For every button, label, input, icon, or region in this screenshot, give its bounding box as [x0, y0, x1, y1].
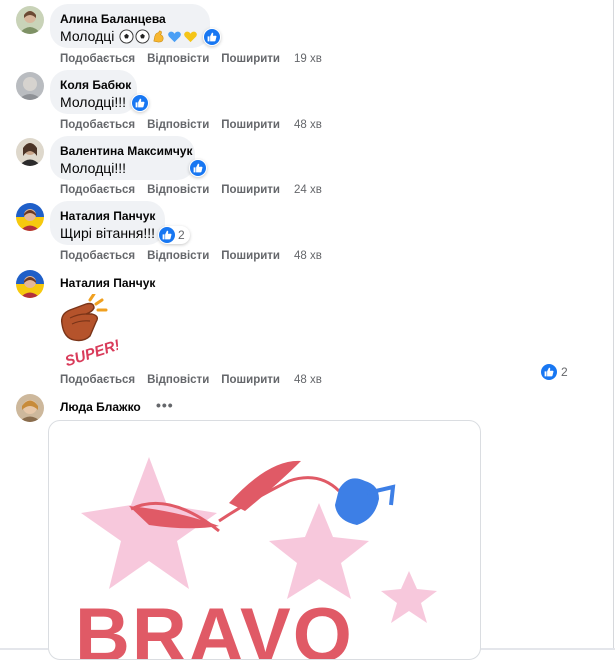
- soccer-ball-icon: [135, 29, 150, 44]
- like-reaction-icon: [204, 29, 220, 45]
- reaction-badge[interactable]: [203, 28, 221, 46]
- reaction-badge[interactable]: [189, 159, 207, 177]
- comment-actions: Подобається Відповісти Поширити 48 хв: [60, 249, 322, 263]
- comment-text-content: Молодці: [60, 28, 115, 44]
- comment-text: Молодці!!!: [60, 94, 127, 110]
- like-action[interactable]: Подобається: [60, 118, 135, 132]
- sticker-text: SUPER!: [63, 337, 118, 366]
- comment-author[interactable]: Наталия Панчук: [60, 208, 155, 224]
- right-border: [613, 0, 614, 650]
- reply-action[interactable]: Відповісти: [147, 373, 209, 387]
- like-action[interactable]: Подобається: [60, 373, 135, 387]
- like-reaction-icon: [132, 95, 148, 111]
- flexed-biceps-icon: [151, 29, 166, 44]
- comment-text: Щирі вітання!!!: [60, 225, 156, 241]
- comment-timestamp[interactable]: 48 хв: [294, 249, 322, 263]
- share-action[interactable]: Поширити: [221, 249, 280, 263]
- comment-actions: Подобається Відповісти Поширити 48 хв: [60, 118, 322, 132]
- comment-actions: Подобається Відповісти Поширити 24 хв: [60, 183, 322, 197]
- share-action[interactable]: Поширити: [221, 373, 280, 387]
- blue-heart-icon: [167, 29, 182, 44]
- comment-author[interactable]: Коля Бабюк: [60, 77, 131, 93]
- reaction-summary[interactable]: 2: [541, 364, 568, 380]
- avatar[interactable]: [16, 203, 44, 231]
- soccer-ball-icon: [119, 29, 134, 44]
- like-action[interactable]: Подобається: [60, 183, 135, 197]
- comment-author[interactable]: Наталия Панчук: [60, 275, 155, 291]
- more-options-button[interactable]: •••: [156, 398, 174, 412]
- reaction-badge[interactable]: [131, 94, 149, 112]
- comment-timestamp[interactable]: 48 хв: [294, 373, 322, 387]
- comment-bubble: Наталия Панчук Щирі вітання!!!: [50, 201, 165, 245]
- avatar[interactable]: [16, 6, 44, 34]
- comment-timestamp[interactable]: 19 хв: [294, 52, 322, 66]
- like-reaction-icon: [190, 160, 206, 176]
- like-reaction-icon: [541, 364, 557, 380]
- yellow-heart-icon: [183, 29, 198, 44]
- reply-action[interactable]: Відповісти: [147, 249, 209, 263]
- comment-bubble: Алина Баланцева Молодці: [50, 4, 210, 48]
- comment-actions: Подобається Відповісти Поширити 19 хв: [60, 52, 322, 66]
- like-action[interactable]: Подобається: [60, 52, 135, 66]
- like-action[interactable]: Подобається: [60, 249, 135, 263]
- avatar[interactable]: [16, 394, 44, 422]
- reaction-count: 2: [178, 228, 185, 242]
- share-action[interactable]: Поширити: [221, 183, 280, 197]
- reply-action[interactable]: Відповісти: [147, 118, 209, 132]
- comment-text: Молодці!!!: [60, 160, 127, 176]
- reaction-count: 2: [561, 365, 568, 379]
- comment-bubble: Валентина Максимчук Молодці!!!: [50, 136, 195, 180]
- comment-actions: Подобається Відповісти Поширити 48 хв: [60, 373, 322, 387]
- reply-action[interactable]: Відповісти: [147, 183, 209, 197]
- comment-bubble: Коля Бабюк Молодці!!!: [50, 70, 137, 114]
- comment-author[interactable]: Валентина Максимчук: [60, 143, 192, 159]
- avatar[interactable]: [16, 270, 44, 298]
- comment-author[interactable]: Люда Блажко: [60, 399, 141, 415]
- avatar[interactable]: [16, 138, 44, 166]
- super-clapping-sticker[interactable]: SUPER!: [56, 292, 122, 370]
- reaction-badge[interactable]: 2: [158, 226, 190, 244]
- avatar[interactable]: [16, 72, 44, 100]
- comment-text: Молодці: [60, 27, 198, 46]
- share-action[interactable]: Поширити: [221, 52, 280, 66]
- bravo-gif[interactable]: BRAVO: [48, 420, 481, 660]
- comment-timestamp[interactable]: 48 хв: [294, 118, 322, 132]
- comment-timestamp[interactable]: 24 хв: [294, 183, 322, 197]
- share-action[interactable]: Поширити: [221, 118, 280, 132]
- like-reaction-icon: [159, 227, 175, 243]
- comment-author[interactable]: Алина Баланцева: [60, 11, 198, 27]
- reply-action[interactable]: Відповісти: [147, 52, 209, 66]
